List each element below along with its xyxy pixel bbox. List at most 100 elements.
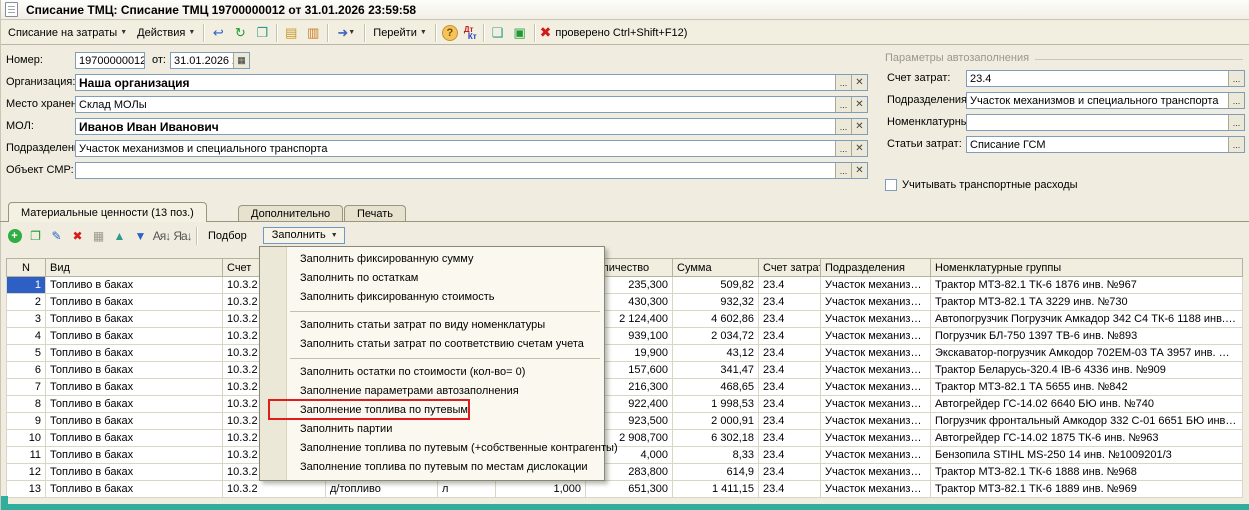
ellipsis-button[interactable]: ... (1228, 115, 1244, 130)
cell-n[interactable]: 5 (7, 345, 46, 362)
cell-podrazdelenie[interactable]: Участок механизмов и специального трансп… (821, 294, 931, 311)
sort-desc-button[interactable]: Яа↓ (173, 226, 192, 245)
edit-row-button[interactable]: ✎ (47, 226, 66, 245)
cell-gruppa[interactable]: Трактор МТЗ-82.1 ТК-6 1888 инв. №968 (931, 464, 1243, 481)
cell-vid[interactable]: Топливо в баках (46, 277, 223, 294)
col-header-nomenklaturnye-gruppy[interactable]: Номенклатурные группы (931, 259, 1243, 277)
col-header-summa[interactable]: Сумма (673, 259, 759, 277)
cell-podrazdelenie[interactable]: Участок механизмов и специального трансп… (821, 447, 931, 464)
cell-podrazdelenie[interactable]: Участок механизмов и специального трансп… (821, 277, 931, 294)
ellipsis-button[interactable]: ... (1228, 71, 1244, 86)
cell-schet-zatrat[interactable]: 23.4 (759, 430, 821, 447)
spisanie-na-zatraty-menu-button[interactable]: Списание на затраты ▼ (3, 25, 132, 41)
cell-nomenklatura[interactable]: д/топливо (326, 481, 438, 498)
tab-material-values[interactable]: Материальные ценности (13 поз.) (8, 202, 207, 222)
cell-schet-zatrat[interactable]: 23.4 (759, 294, 821, 311)
ellipsis-button[interactable]: ... (1228, 93, 1244, 108)
col-header-vid[interactable]: Вид (46, 259, 223, 277)
cell-gruppa[interactable]: Автогрейдер ГС-14.02 1875 ТК-6 инв. №963 (931, 430, 1243, 447)
cell-summa[interactable]: 614,9 (673, 464, 759, 481)
table-row[interactable]: 12 Топливо в баках 10.3.2 283,800 614,9 … (7, 464, 1243, 481)
cell-vid[interactable]: Топливо в баках (46, 362, 223, 379)
cell-summa[interactable]: 8,33 (673, 447, 759, 464)
cell-podrazdelenie[interactable]: Участок механизмов и специального трансп… (821, 328, 931, 345)
cell-podrazdelenie[interactable]: Участок механизмов и специального трансп… (821, 311, 931, 328)
col-header-schet-zatrat[interactable]: Счет затрат (759, 259, 821, 277)
clear-button[interactable]: ✕ (851, 119, 867, 134)
menu-item[interactable]: Заполнить статьи затрат по соответствию … (260, 335, 604, 354)
cell-schet-zatrat[interactable]: 23.4 (759, 379, 821, 396)
form-field[interactable]: Склад МОЛы ... ✕ (75, 96, 868, 113)
cell-gruppa[interactable]: Автопогрузчик Погрузчик Амкадор 342 С4 Т… (931, 311, 1243, 328)
cell-schet-zatrat[interactable]: 23.4 (759, 328, 821, 345)
cell-vid[interactable]: Топливо в баках (46, 328, 223, 345)
end-edit-button[interactable]: ▦ (89, 226, 108, 245)
help-button[interactable]: ? (442, 25, 458, 41)
cell-gruppa[interactable]: Трактор Беларусь-320.4 IВ-6 4336 инв. №9… (931, 362, 1243, 379)
ellipsis-button[interactable]: ... (835, 119, 851, 134)
cell-schet-zatrat[interactable]: 23.4 (759, 447, 821, 464)
cell-gruppa[interactable]: Трактор МТЗ-82.1 ТК-6 1876 инв. №967 (931, 277, 1243, 294)
doc-kt-button[interactable]: ▥ (303, 23, 323, 43)
cell-podrazdelenie[interactable]: Участок механизмов и специального трансп… (821, 396, 931, 413)
cell-n[interactable]: 6 (7, 362, 46, 379)
table-row[interactable]: 8 Топливо в баках 10.3.2 922,400 1 998,5… (7, 396, 1243, 413)
cell-summa[interactable]: 509,82 (673, 277, 759, 294)
menu-item[interactable]: Заполнение топлива по путевым по местам … (260, 458, 604, 477)
move-down-button[interactable]: ▼ (131, 226, 150, 245)
cell-summa[interactable]: 2 000,91 (673, 413, 759, 430)
cell-n[interactable]: 8 (7, 396, 46, 413)
cell-vid[interactable]: Топливо в баках (46, 379, 223, 396)
table-row[interactable]: 9 Топливо в баках 10.3.2 923,500 2 000,9… (7, 413, 1243, 430)
cell-gruppa[interactable]: Экскаватор-погрузчик Амкодор 702ЕМ-03 ТА… (931, 345, 1243, 362)
cell-kolichestvo[interactable]: 651,300 (586, 481, 673, 498)
cell-gruppa[interactable]: Погрузчик БЛ-750 1397 ТВ-6 инв. №893 (931, 328, 1243, 345)
copy-row-button[interactable]: ❐ (26, 226, 45, 245)
cell-gruppa[interactable]: Автогрейдер ГС-14.02 6640 БЮ инв. №740 (931, 396, 1243, 413)
table-row[interactable]: 10 Топливо в баках 10.3.2 2 908,700 6 30… (7, 430, 1243, 447)
cell-k[interactable]: 1,000 (496, 481, 586, 498)
menu-item[interactable]: Заполнить партии (260, 420, 604, 439)
cell-podrazdelenie[interactable]: Участок механизмов и специального трансп… (821, 464, 931, 481)
cell-schet-zatrat[interactable]: 23.4 (759, 396, 821, 413)
menu-item[interactable]: Заполнить по остаткам (260, 269, 604, 288)
menu-item[interactable]: Заполнить остатки по стоимости (кол-во= … (260, 363, 604, 382)
ellipsis-button[interactable]: ... (835, 163, 851, 178)
registers-button[interactable]: ❏ (488, 23, 508, 43)
menu-item[interactable]: Заполнить статьи затрат по виду номенкла… (260, 316, 604, 335)
transport-costs-checkbox[interactable]: Учитывать транспортные расходы (885, 179, 1078, 191)
clear-button[interactable]: ✕ (851, 75, 867, 90)
cell-n[interactable]: 9 (7, 413, 46, 430)
checkbox-icon[interactable] (885, 179, 897, 191)
cell-gruppa[interactable]: Трактор МТЗ-82.1 ТА 5655 инв. №842 (931, 379, 1243, 396)
cell-summa[interactable]: 4 602,86 (673, 311, 759, 328)
cell-vid[interactable]: Топливо в баках (46, 396, 223, 413)
cell-vid[interactable]: Топливо в баках (46, 430, 223, 447)
cell-n[interactable]: 1 (7, 277, 46, 294)
cell-n[interactable]: 3 (7, 311, 46, 328)
cell-schet-zatrat[interactable]: 23.4 (759, 311, 821, 328)
cell-podrazdelenie[interactable]: Участок механизмов и специального трансп… (821, 481, 931, 498)
table-row[interactable]: 7 Топливо в баках 10.3.2 216,300 468,65 … (7, 379, 1243, 396)
autofill-field[interactable]: 23.4 ... (966, 70, 1245, 87)
cell-gruppa[interactable]: Погрузчик фронтальный Амкодор 332 С-01 6… (931, 413, 1243, 430)
form-field[interactable]: ... ✕ (75, 162, 868, 179)
cell-schet-zatrat[interactable]: 23.4 (759, 362, 821, 379)
sort-asc-button[interactable]: Ая↓ (152, 226, 171, 245)
ellipsis-button[interactable]: ... (835, 75, 851, 90)
cell-vid[interactable]: Топливо в баках (46, 345, 223, 362)
autofill-field[interactable]: Участок механизмов и специального трансп… (966, 92, 1245, 109)
cell-summa[interactable]: 43,12 (673, 345, 759, 362)
table-row[interactable]: 4 Топливо в баках 10.3.2 939,100 2 034,7… (7, 328, 1243, 345)
doc-dt-button[interactable]: ▤ (281, 23, 301, 43)
form-field[interactable]: Иванов Иван Иванович ... ✕ (75, 118, 868, 135)
ellipsis-button[interactable]: ... (1228, 137, 1244, 152)
podbor-button[interactable]: Подбор (200, 228, 255, 244)
table-row[interactable]: 13 Топливо в баках 10.3.2 д/топливо л 1,… (7, 481, 1243, 498)
clear-button[interactable]: ✕ (851, 97, 867, 112)
cell-vid[interactable]: Топливо в баках (46, 311, 223, 328)
col-header-podrazdeleniya[interactable]: Подразделения (821, 259, 931, 277)
cell-schet-zatrat[interactable]: 23.4 (759, 345, 821, 362)
menu-item[interactable]: Заполнение топлива по путевым (+собствен… (260, 439, 604, 458)
cell-summa[interactable]: 2 034,72 (673, 328, 759, 345)
